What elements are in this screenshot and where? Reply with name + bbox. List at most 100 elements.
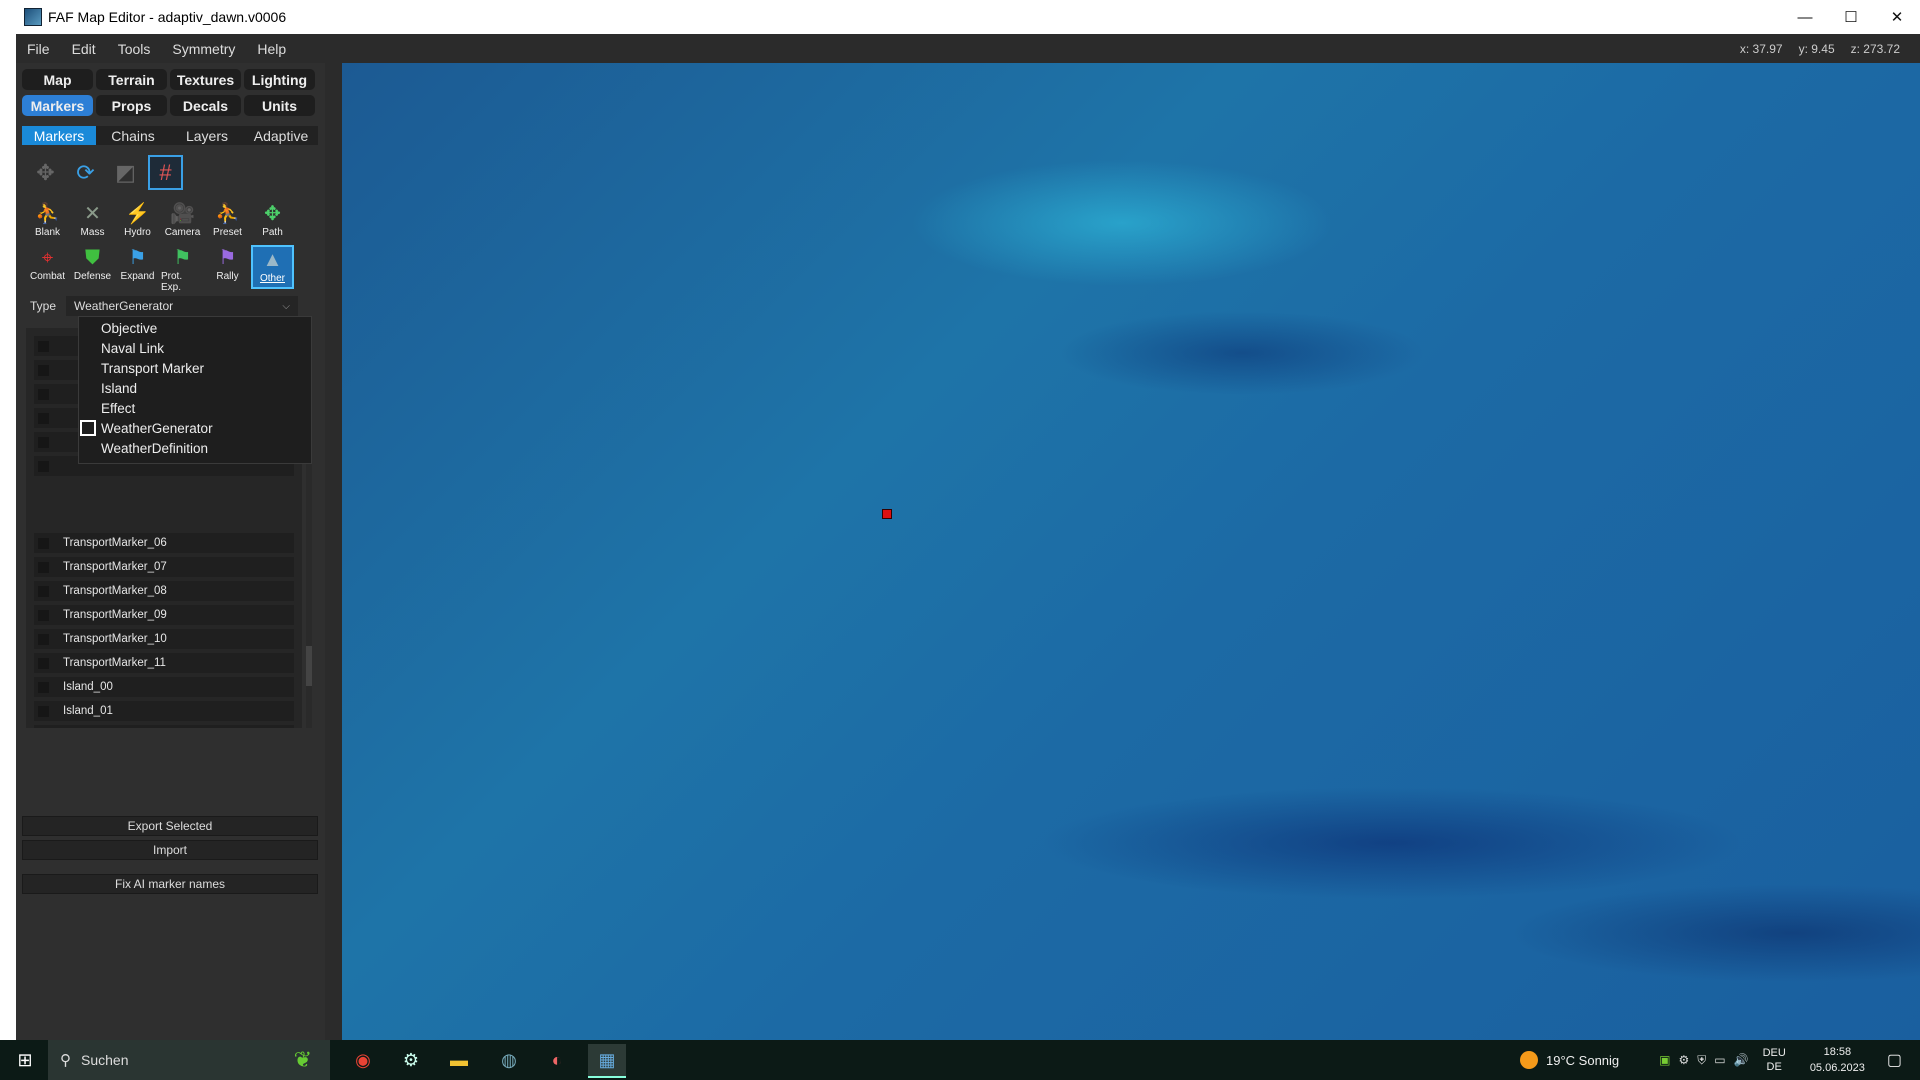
- row-checkbox[interactable]: [38, 609, 49, 621]
- row-checkbox[interactable]: [38, 681, 49, 693]
- row-checkbox[interactable]: [38, 585, 49, 597]
- minimize-button[interactable]: —: [1782, 0, 1828, 34]
- marker-type-preset[interactable]: ⛹ Preset: [206, 201, 249, 245]
- tab-units[interactable]: Units: [244, 95, 315, 116]
- import-button[interactable]: Import: [22, 840, 318, 860]
- row-checkbox[interactable]: [38, 436, 49, 448]
- faf-client-icon[interactable]: ◍: [490, 1044, 528, 1076]
- marker-type-path[interactable]: ✥ Path: [251, 201, 294, 245]
- app-launcher-icon[interactable]: ◐: [538, 1044, 576, 1076]
- scrollbar-thumb[interactable]: [306, 646, 312, 686]
- row-checkbox[interactable]: [38, 657, 49, 669]
- marker-type-blank[interactable]: ⛹ Blank: [26, 201, 69, 245]
- network-icon[interactable]: ▭: [1714, 1053, 1725, 1068]
- dropdown-option[interactable]: Island: [101, 381, 137, 396]
- subtab-markers[interactable]: Markers: [22, 126, 96, 145]
- row-checkbox[interactable]: [38, 561, 49, 573]
- marker-type-rally[interactable]: ⚑ Rally: [206, 245, 249, 289]
- row-checkbox[interactable]: [38, 412, 49, 424]
- dropdown-option[interactable]: Transport Marker: [101, 361, 204, 376]
- snap-grid-tool-icon[interactable]: #: [148, 155, 183, 190]
- row-checkbox[interactable]: [38, 364, 49, 376]
- menu-bar: File Edit Tools Symmetry Help: [16, 34, 1920, 63]
- subtab-layers[interactable]: Layers: [170, 126, 244, 145]
- dropdown-option[interactable]: WeatherDefinition: [101, 441, 208, 456]
- marker-type-prot-exp[interactable]: ⚑ Prot. Exp.: [161, 245, 204, 293]
- menu-symmetry[interactable]: Symmetry: [161, 41, 246, 57]
- tab-terrain[interactable]: Terrain: [96, 69, 167, 90]
- row-checkbox[interactable]: [38, 633, 49, 645]
- security-icon[interactable]: ⛨: [1697, 1053, 1706, 1068]
- map-editor-window: FAF Map Editor - adaptiv_dawn.v0006 — ☐ …: [16, 0, 1920, 1040]
- tab-props[interactable]: Props: [96, 95, 167, 116]
- selected-marker[interactable]: [882, 509, 892, 519]
- list-item[interactable]: TransportMarker_07: [34, 557, 294, 577]
- path-marker-icon: ✥: [264, 203, 281, 225]
- tab-map[interactable]: Map: [22, 69, 93, 90]
- list-item[interactable]: Island_01: [34, 701, 294, 721]
- volume-icon[interactable]: 🔊: [1734, 1053, 1749, 1068]
- faf-map-editor-taskbar-icon[interactable]: ▦: [588, 1044, 626, 1078]
- row-checkbox[interactable]: [38, 340, 49, 352]
- list-item[interactable]: TransportMarker_06: [34, 533, 294, 553]
- scale-tool-icon[interactable]: ◩: [108, 155, 143, 190]
- rotate-tool-icon[interactable]: ⟳: [68, 155, 103, 190]
- steam-icon[interactable]: ⚙: [392, 1044, 430, 1076]
- marker-type-label: Expand: [120, 271, 155, 282]
- clock-time: 18:58: [1823, 1046, 1852, 1058]
- language-bottom: DE: [1766, 1061, 1782, 1073]
- maximize-button[interactable]: ☐: [1828, 0, 1874, 34]
- marker-type-expand[interactable]: ⚑ Expand: [116, 245, 159, 289]
- type-select[interactable]: WeatherGenerator ⌵: [66, 296, 298, 316]
- input-language[interactable]: DEU DE: [1763, 1046, 1786, 1074]
- subtab-chains[interactable]: Chains: [96, 126, 170, 145]
- dropdown-option[interactable]: Naval Link: [101, 341, 164, 356]
- dropdown-option[interactable]: Effect: [101, 401, 135, 416]
- move-tool-icon[interactable]: ✥: [28, 155, 63, 190]
- row-checkbox[interactable]: [38, 537, 49, 549]
- tool-panel: Map Terrain Textures Lighting Markers Pr…: [16, 63, 325, 1040]
- weather-text[interactable]: 19°C Sonnig: [1546, 1053, 1619, 1068]
- tab-lighting[interactable]: Lighting: [244, 69, 315, 90]
- dropdown-option[interactable]: Objective: [101, 321, 157, 336]
- coord-y: y: 9.45: [1798, 41, 1835, 56]
- notification-icon[interactable]: ▢: [1887, 1050, 1902, 1070]
- tab-decals[interactable]: Decals: [170, 95, 241, 116]
- steam-tray-icon[interactable]: ⚙: [1679, 1053, 1690, 1068]
- fix-ai-marker-names-button[interactable]: Fix AI marker names: [22, 874, 318, 894]
- subtab-adaptive[interactable]: Adaptive: [244, 126, 318, 145]
- marker-type-defense[interactable]: ⛊ Defense: [71, 245, 114, 289]
- taskbar-search[interactable]: ⚲ Suchen ❦: [48, 1040, 330, 1080]
- windows-start-icon[interactable]: ⊞: [8, 1040, 42, 1080]
- chrome-icon[interactable]: ◉: [344, 1044, 382, 1076]
- list-item[interactable]: Island_02: [34, 725, 294, 728]
- list-item[interactable]: Island_00: [34, 677, 294, 697]
- app-icon: [24, 8, 42, 26]
- list-item[interactable]: TransportMarker_10: [34, 629, 294, 649]
- marker-type-hydro[interactable]: ⚡ Hydro: [116, 201, 159, 245]
- nvidia-icon[interactable]: ▣: [1659, 1053, 1670, 1068]
- tab-markers[interactable]: Markers: [22, 95, 93, 116]
- menu-edit[interactable]: Edit: [61, 41, 107, 57]
- marker-type-other[interactable]: ▲ Other: [251, 245, 294, 289]
- map-viewport[interactable]: [342, 63, 1920, 1040]
- marker-type-camera[interactable]: 🎥 Camera: [161, 201, 204, 245]
- row-checkbox[interactable]: [38, 705, 49, 717]
- focus-indicator: [80, 420, 96, 436]
- file-explorer-icon[interactable]: ▬: [440, 1044, 478, 1076]
- row-checkbox[interactable]: [38, 388, 49, 400]
- marker-type-mass[interactable]: ✕ Mass: [71, 201, 114, 245]
- dropdown-option[interactable]: WeatherGenerator: [101, 421, 213, 436]
- row-checkbox[interactable]: [38, 460, 49, 472]
- menu-file[interactable]: File: [16, 41, 61, 57]
- list-item[interactable]: TransportMarker_11: [34, 653, 294, 673]
- taskbar-clock[interactable]: 18:58 05.06.2023: [1810, 1044, 1865, 1076]
- marker-type-combat[interactable]: ⌖ Combat: [26, 245, 69, 289]
- list-item[interactable]: TransportMarker_09: [34, 605, 294, 625]
- list-item[interactable]: TransportMarker_08: [34, 581, 294, 601]
- tab-textures[interactable]: Textures: [170, 69, 241, 90]
- export-selected-button[interactable]: Export Selected: [22, 816, 318, 836]
- menu-help[interactable]: Help: [246, 41, 297, 57]
- close-button[interactable]: ✕: [1874, 0, 1920, 34]
- menu-tools[interactable]: Tools: [107, 41, 162, 57]
